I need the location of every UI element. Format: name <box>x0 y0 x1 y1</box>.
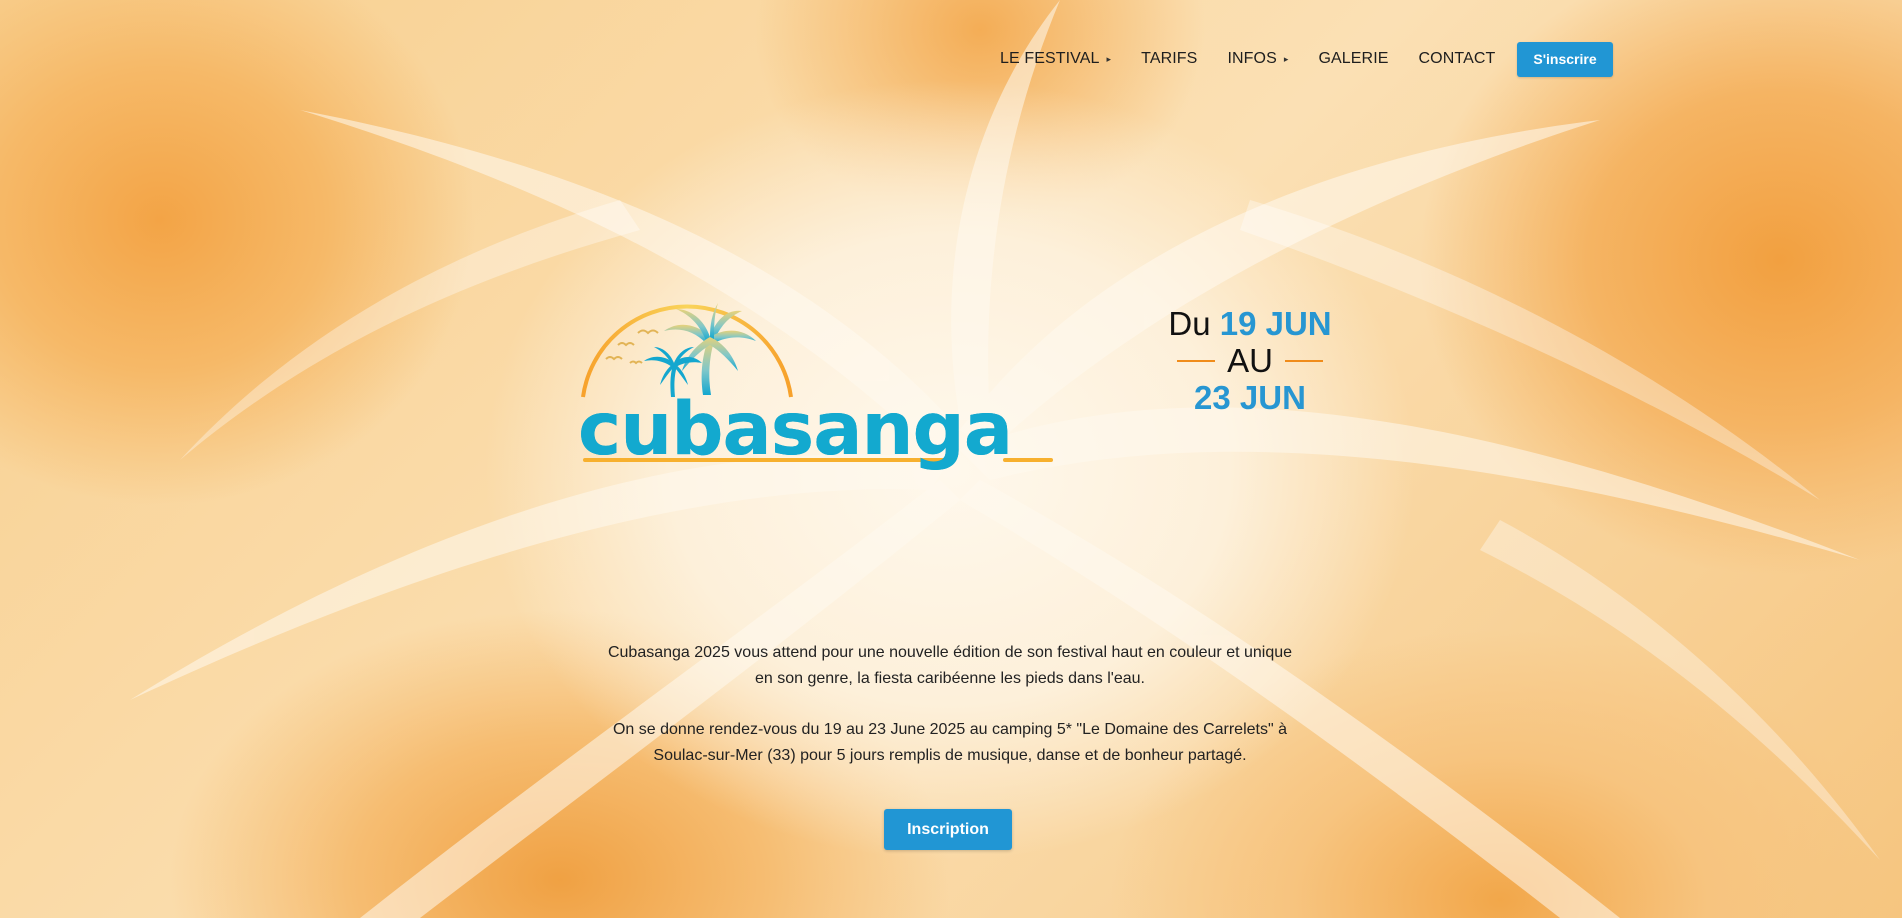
main-navigation: LE FESTIVAL ▸ TARIFS INFOS ▸ GALERIE CON… <box>1000 40 1613 78</box>
caret-right-icon: ▸ <box>1106 53 1112 64</box>
date-start-line: Du 19 JUN <box>1140 305 1360 342</box>
nav-item-galerie[interactable]: GALERIE <box>1318 50 1388 68</box>
signup-button[interactable]: S'inscrire <box>1517 41 1613 77</box>
nav-item-infos[interactable]: INFOS ▸ <box>1227 50 1288 68</box>
nav-item-label: LE FESTIVAL <box>1000 50 1100 67</box>
dash-divider <box>1177 359 1216 362</box>
nav-item-le-festival[interactable]: LE FESTIVAL ▸ <box>1000 50 1111 68</box>
nav-item-tarifs[interactable]: TARIFS <box>1141 50 1197 68</box>
nav-item-label: TARIFS <box>1141 50 1198 67</box>
date-start: 19 JUN <box>1219 305 1332 342</box>
nav-item-label: GALERIE <box>1318 50 1389 67</box>
nav-item-label: CONTACT <box>1418 50 1496 67</box>
description-paragraph: Cubasanga 2025 vous attend pour une nouv… <box>607 644 1293 687</box>
festival-description: Cubasanga 2025 vous attend pour une nouv… <box>600 640 1300 794</box>
inscription-button[interactable]: Inscription <box>884 809 1012 850</box>
description-paragraph: On se donne rendez-vous du 19 au 23 June… <box>612 721 1287 764</box>
date-end: 23 JUN <box>1194 379 1306 416</box>
date-middle: AU <box>1227 342 1273 379</box>
cubasanga-logo: cubasanga <box>578 285 1058 475</box>
caret-right-icon: ▸ <box>1283 53 1289 64</box>
nav-item-contact[interactable]: CONTACT <box>1419 50 1496 68</box>
festival-dates: Du 19 JUN AU 23 JUN <box>1140 305 1360 416</box>
dash-divider <box>1284 359 1323 362</box>
logo-wordmark: cubasanga <box>578 387 1013 472</box>
nav-item-label: INFOS <box>1227 50 1277 67</box>
date-separator-line: AU <box>1140 342 1360 379</box>
date-prefix: Du <box>1168 305 1211 342</box>
